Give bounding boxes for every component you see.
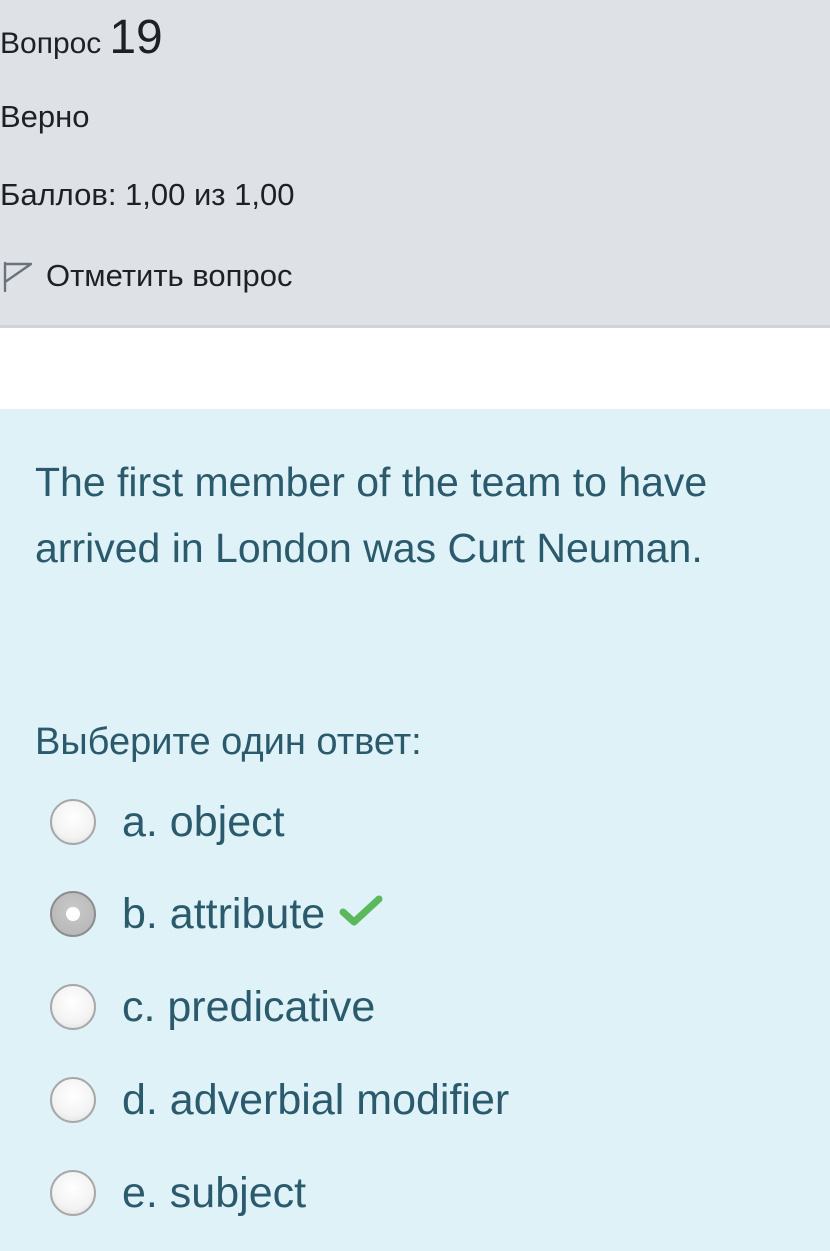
flag-question-label: Отметить вопрос <box>46 258 293 293</box>
radio-button[interactable] <box>50 984 96 1030</box>
flag-outline-icon <box>0 259 34 293</box>
answer-option-c[interactable]: c. predicative <box>0 977 830 1037</box>
radio-button[interactable] <box>50 799 96 845</box>
answer-label[interactable]: c. predicative <box>122 977 375 1037</box>
answer-option-d[interactable]: d. adverbial modifier <box>0 1070 830 1130</box>
answer-label[interactable]: b. attribute <box>122 890 325 938</box>
question-number-heading: Вопрос 19 <box>0 10 163 65</box>
answer-label[interactable]: d. adverbial modifier <box>122 1070 509 1130</box>
question-content-panel: The first member of the team to have arr… <box>0 409 830 1251</box>
question-grade: Баллов: 1,00 из 1,00 <box>0 177 295 212</box>
radio-button[interactable] <box>50 1170 96 1216</box>
answer-label[interactable]: e. subject <box>122 1163 306 1223</box>
check-icon <box>339 884 383 944</box>
question-text: The first member of the team to have arr… <box>35 459 708 571</box>
answer-option-b[interactable]: b. attribute <box>0 884 830 944</box>
answer-option-a[interactable]: a. object <box>0 792 830 852</box>
flag-question-link[interactable]: Отметить вопрос <box>0 256 292 296</box>
answer-label[interactable]: a. object <box>122 792 285 852</box>
question-number: 19 <box>109 11 163 64</box>
question-info-panel: Вопрос 19 Верно Баллов: 1,00 из 1,00 Отме… <box>0 0 830 328</box>
answer-option-e[interactable]: e. subject <box>0 1163 830 1223</box>
question-label: Вопрос <box>0 27 102 60</box>
radio-button[interactable] <box>50 1077 96 1123</box>
question-state: Верно <box>0 99 90 134</box>
radio-button-selected[interactable] <box>50 891 96 937</box>
answer-label-with-mark[interactable]: b. attribute <box>122 884 383 944</box>
answer-prompt: Выберите один ответ: <box>35 721 422 763</box>
